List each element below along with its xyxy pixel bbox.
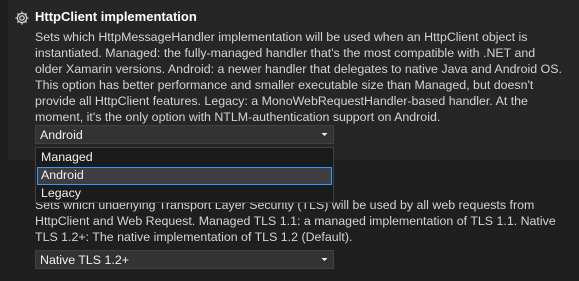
setting-description: Sets which HttpMessageHandler implementa… <box>35 29 575 125</box>
setting-title: HttpClient implementation <box>35 9 197 24</box>
httpclient-implementation-select[interactable]: Android <box>35 125 334 144</box>
dropdown-option-managed[interactable]: Managed <box>37 149 332 167</box>
tls-setting-description: Sets which underlying Transport Layer Se… <box>35 197 575 245</box>
description-line: instantiated. Managed: the fully-managed… <box>35 46 536 60</box>
settings-page: HttpClient implementation Sets which Htt… <box>0 0 579 281</box>
description-line: moment, it's the only option with NTLM-a… <box>35 110 441 124</box>
description-line: provide all HttpClient features. Legacy:… <box>35 94 528 108</box>
chevron-down-icon <box>321 258 328 261</box>
dropdown-option-legacy[interactable]: Legacy <box>37 185 332 203</box>
description-line: Sets which HttpMessageHandler implementa… <box>35 30 528 44</box>
httpclient-dropdown-list: Managed Android Legacy <box>35 147 334 203</box>
select-value: Android <box>40 128 83 142</box>
gear-icon <box>15 11 29 25</box>
description-line: HttpClient and Web Request. Managed TLS … <box>35 214 556 228</box>
chevron-down-icon <box>321 133 328 136</box>
description-line: TLS 1.2+: The native implementation of T… <box>35 230 353 244</box>
tls-implementation-select[interactable]: Native TLS 1.2+ <box>35 250 334 269</box>
description-line: This option has better performance and s… <box>35 78 534 92</box>
description-line: older Xamarin versions. Android: a newer… <box>35 62 562 76</box>
select-value: Native TLS 1.2+ <box>40 253 129 267</box>
dropdown-option-android[interactable]: Android <box>37 167 332 185</box>
